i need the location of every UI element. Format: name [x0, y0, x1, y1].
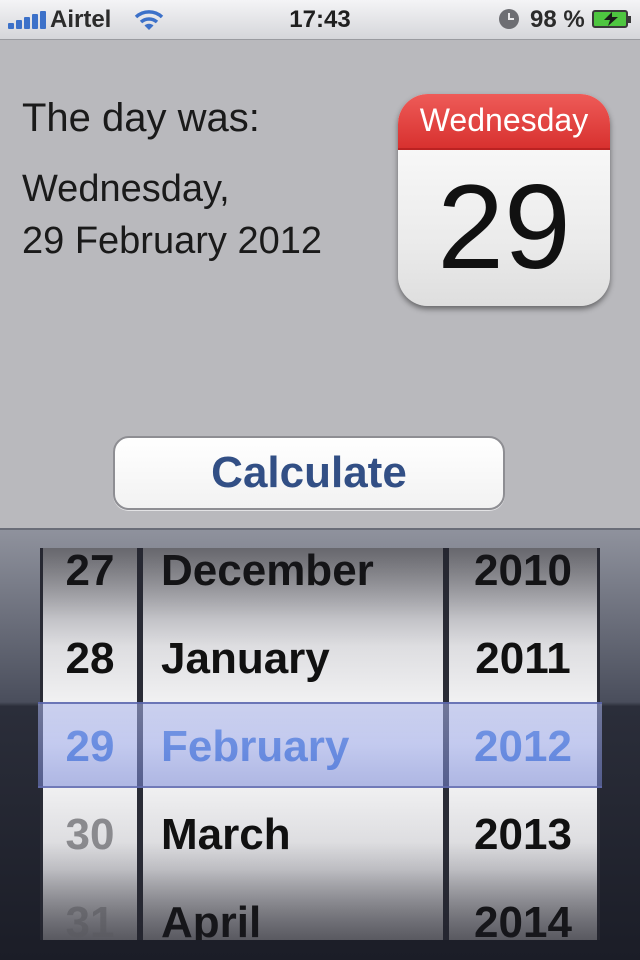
- calendar-day-number: 29: [437, 160, 571, 294]
- result-date: 29 February 2012: [22, 220, 322, 262]
- picker-month[interactable]: March: [143, 791, 443, 879]
- picker-month[interactable]: January: [143, 615, 443, 703]
- calculate-button[interactable]: Calculate: [113, 436, 505, 510]
- result-label: The day was:: [22, 96, 260, 140]
- year-wheel[interactable]: 2010 2011 2012 2013 2014: [446, 548, 600, 940]
- calendar-icon: Wednesday 29: [398, 94, 610, 306]
- picker-day-selected[interactable]: 29: [43, 703, 137, 791]
- month-wheel[interactable]: December January February March April: [140, 548, 446, 940]
- picker-month-selected[interactable]: February: [143, 703, 443, 791]
- picker-day[interactable]: 28: [43, 615, 137, 703]
- picker-year-selected[interactable]: 2012: [449, 703, 597, 791]
- result-weekday: Wednesday,: [22, 168, 230, 210]
- day-wheel[interactable]: 27 28 29 30 31: [40, 548, 140, 940]
- battery-charging-icon: [592, 10, 631, 28]
- alarm-clock-icon: [499, 9, 519, 29]
- picker-year[interactable]: 2013: [449, 791, 597, 879]
- picker-day[interactable]: 30: [43, 791, 137, 879]
- picker-month[interactable]: December: [143, 548, 443, 615]
- picker-year[interactable]: 2010: [449, 548, 597, 615]
- status-bar: Airtel 17:43 98 %: [0, 0, 640, 40]
- picker-day[interactable]: 31: [43, 879, 137, 940]
- picker-day[interactable]: 27: [43, 548, 137, 615]
- battery-percentage: 98 %: [530, 6, 585, 33]
- calendar-weekday: Wednesday: [398, 94, 610, 150]
- picker-month[interactable]: April: [143, 879, 443, 940]
- picker-year[interactable]: 2011: [449, 615, 597, 703]
- picker-year[interactable]: 2014: [449, 879, 597, 940]
